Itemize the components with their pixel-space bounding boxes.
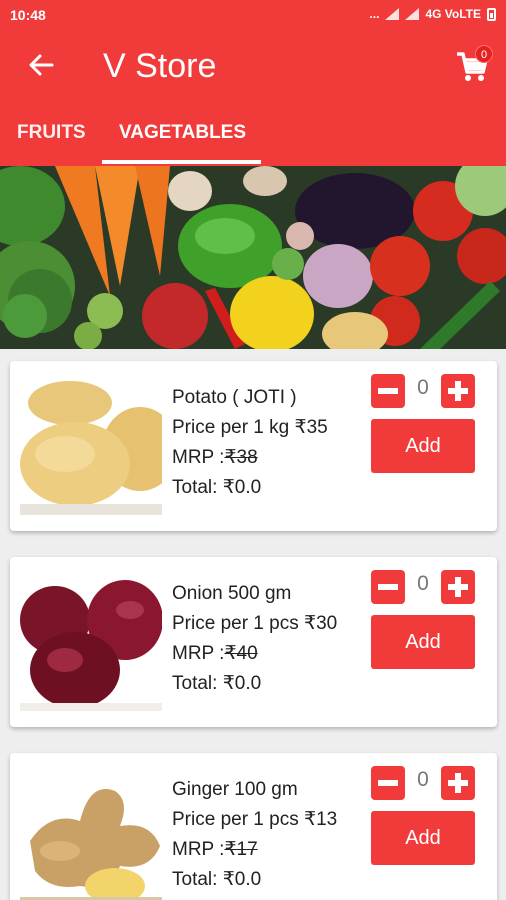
status-time: 10:48	[10, 7, 46, 23]
product-info: Potato ( JOTI ) Price per 1 kg ₹35 MRP :…	[172, 383, 328, 503]
quantity-value: 0	[417, 572, 429, 595]
network-type: 4G VoLTE	[425, 7, 481, 21]
mrp-value: ₹38	[224, 447, 258, 468]
quantity-stepper: 0	[371, 766, 475, 800]
minus-icon[interactable]	[371, 374, 405, 408]
wifi-signal-icon	[385, 8, 400, 20]
notification-dots: ...	[369, 7, 380, 21]
product-info: Ginger 100 gm Price per 1 pcs ₹13 MRP :₹…	[172, 775, 337, 895]
app-title: V Store	[103, 47, 217, 85]
add-button[interactable]: Add	[371, 811, 475, 865]
cell-signal-icon	[405, 8, 420, 20]
tab-indicator	[102, 160, 261, 164]
product-name: Ginger 100 gm	[172, 779, 298, 800]
battery-icon	[487, 7, 496, 21]
category-tabs: FRUITS VAGETABLES	[0, 100, 506, 166]
product-card: Ginger 100 gm Price per 1 pcs ₹13 MRP :₹…	[10, 753, 497, 900]
add-button[interactable]: Add	[371, 419, 475, 473]
potato-image	[20, 379, 162, 515]
app-bar: V Store 0	[0, 30, 506, 100]
plus-icon[interactable]	[441, 374, 475, 408]
quantity-value: 0	[417, 768, 429, 791]
product-total: Total: ₹0.0	[172, 673, 262, 694]
product-info: Onion 500 gm Price per 1 pcs ₹30 MRP :₹4…	[172, 579, 337, 699]
product-total: Total: ₹0.0	[172, 869, 262, 890]
product-mrp: MRP :₹38	[172, 443, 328, 473]
onion-image	[20, 575, 162, 711]
minus-icon[interactable]	[371, 570, 405, 604]
vegetables-banner-image	[0, 166, 506, 349]
minus-icon[interactable]	[371, 766, 405, 800]
product-name: Onion 500 gm	[172, 583, 292, 604]
mrp-value: ₹40	[224, 643, 258, 664]
product-price: Price per 1 pcs ₹30	[172, 613, 338, 634]
tab-vagetables[interactable]: VAGETABLES	[119, 122, 246, 144]
product-price: Price per 1 kg ₹35	[172, 417, 328, 438]
ginger-image	[20, 771, 162, 900]
status-bar: 10:48 ... 4G VoLTE	[0, 0, 506, 30]
product-price: Price per 1 pcs ₹13	[172, 809, 338, 830]
product-card: Onion 500 gm Price per 1 pcs ₹30 MRP :₹4…	[10, 557, 497, 727]
quantity-stepper: 0	[371, 374, 475, 408]
mrp-label: MRP :	[172, 643, 225, 664]
back-arrow-icon[interactable]	[26, 50, 56, 80]
product-mrp: MRP :₹40	[172, 639, 337, 669]
mrp-label: MRP :	[172, 447, 225, 468]
mrp-value: ₹17	[224, 839, 258, 860]
status-indicators: ... 4G VoLTE	[369, 7, 496, 21]
product-name: Potato ( JOTI )	[172, 387, 297, 408]
product-mrp: MRP :₹17	[172, 835, 337, 865]
cart-count-badge: 0	[475, 45, 493, 63]
product-card: Potato ( JOTI ) Price per 1 kg ₹35 MRP :…	[10, 361, 497, 531]
plus-icon[interactable]	[441, 570, 475, 604]
tab-fruits[interactable]: FRUITS	[17, 122, 86, 144]
product-total: Total: ₹0.0	[172, 477, 262, 498]
quantity-stepper: 0	[371, 570, 475, 604]
mrp-label: MRP :	[172, 839, 225, 860]
plus-icon[interactable]	[441, 766, 475, 800]
quantity-value: 0	[417, 376, 429, 399]
add-button[interactable]: Add	[371, 615, 475, 669]
